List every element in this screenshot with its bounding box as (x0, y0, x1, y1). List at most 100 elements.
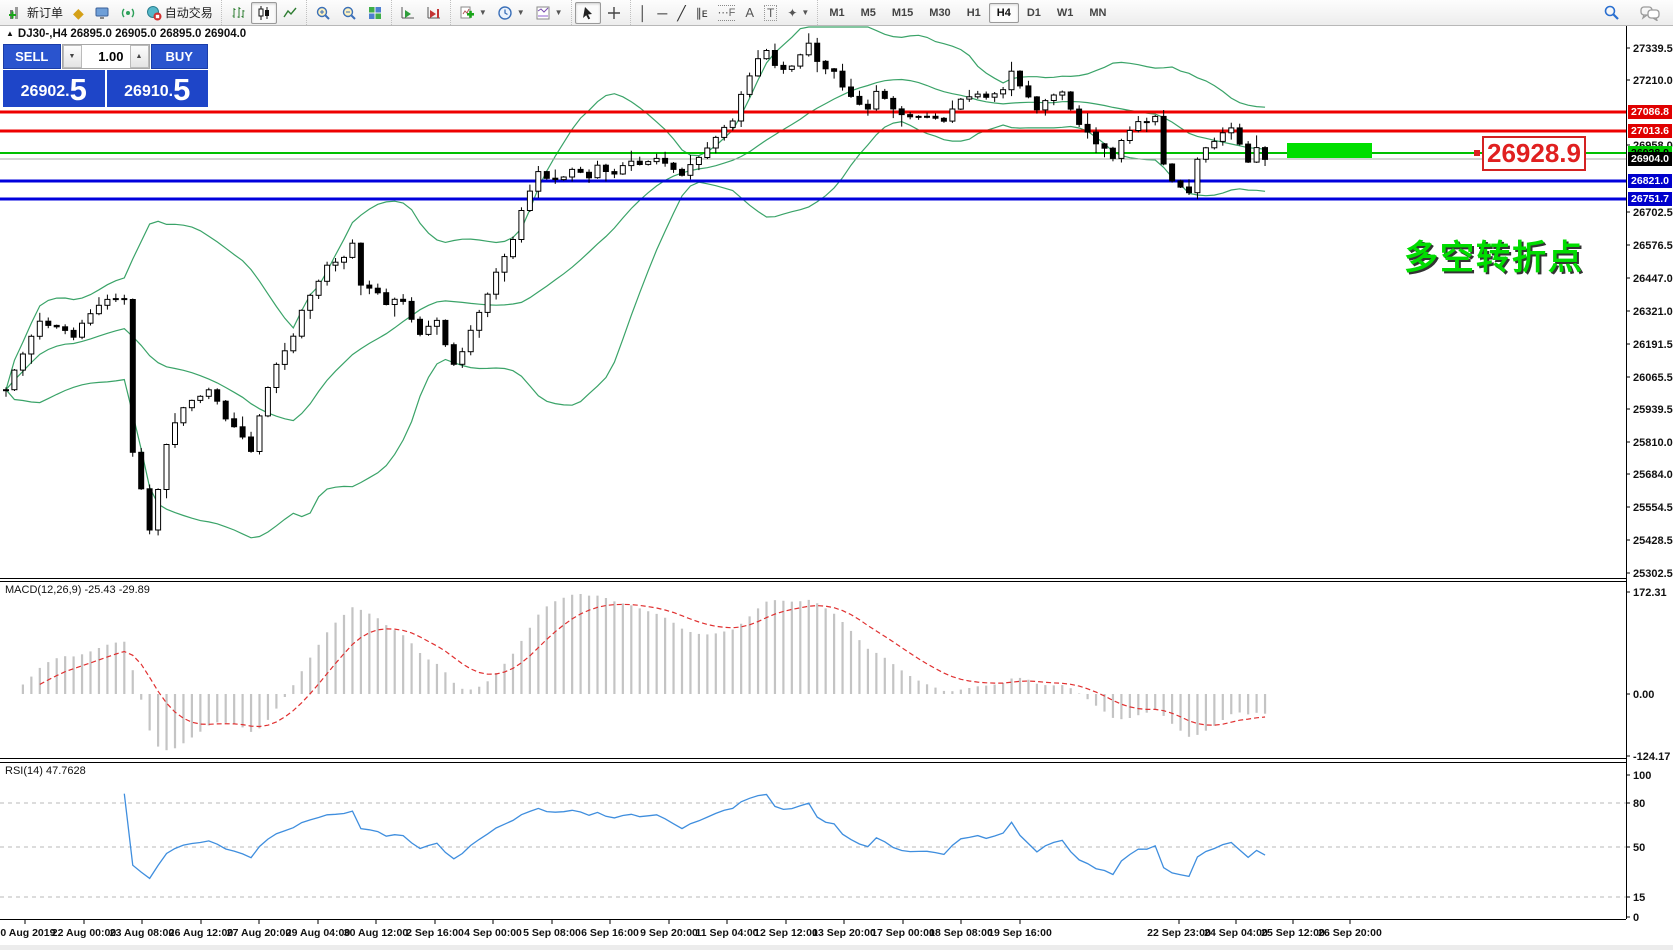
sell-button[interactable]: SELL (3, 44, 61, 69)
time-tick-label[interactable]: 26 Aug 12:00 (169, 927, 234, 939)
candle-body (20, 354, 25, 370)
timeframe-button-m1[interactable]: M1 (821, 3, 852, 23)
timeframe-button-d1[interactable]: D1 (1019, 3, 1049, 23)
zoom-in-button[interactable] (310, 2, 336, 24)
time-tick-label[interactable]: 6 Sep 16:00 (581, 927, 639, 939)
time-tick-label[interactable]: 9 Sep 20:00 (640, 927, 698, 939)
volume-down-button[interactable]: ▼ (63, 45, 82, 68)
trendline-button[interactable]: ╱ (672, 3, 690, 23)
timeframe-button-m5[interactable]: M5 (853, 3, 884, 23)
chat-button[interactable] (1635, 2, 1665, 24)
time-tick-label[interactable]: 17 Sep 00:00 (871, 927, 935, 939)
level-line-handle[interactable] (1474, 150, 1480, 156)
horizontal-line-button[interactable]: ─ (652, 3, 672, 23)
autotrading-button[interactable]: 自动交易 (141, 1, 218, 24)
time-tick-label[interactable]: 4 Sep 00:00 (464, 927, 522, 939)
turning-point-annotation[interactable]: 多空转折点 (1404, 230, 1584, 279)
timeframe-button-mn[interactable]: MN (1081, 3, 1114, 23)
add-indicator-button[interactable]: ▼ (454, 2, 492, 24)
vertical-line-icon: │ (639, 6, 648, 20)
time-tick-label[interactable]: 27 Aug 20:00 (227, 927, 292, 939)
chart-canvas[interactable]: 27339.527210.026958.026702.526576.526447… (0, 0, 1673, 950)
timeframe-button-w1[interactable]: W1 (1049, 3, 1082, 23)
candle-body (215, 390, 220, 401)
cursor-button[interactable] (575, 2, 601, 24)
bar-chart-button[interactable] (225, 2, 251, 24)
sell-price-button[interactable]: 26902.5 (3, 70, 105, 107)
market-watch-button[interactable]: ◆ (68, 3, 89, 23)
candle-body (984, 94, 989, 97)
signals-button[interactable] (115, 2, 141, 24)
candle-body (46, 321, 51, 325)
candle-body (181, 408, 186, 423)
time-tick-label[interactable]: 13 Sep 20:00 (812, 927, 876, 939)
time-tick-label[interactable]: 20 Aug 2019 (0, 927, 56, 939)
periods-button[interactable]: ▼ (492, 2, 530, 24)
candle-body (1026, 86, 1031, 97)
rsi-tick-label: 50 (1633, 842, 1645, 854)
text-label-button[interactable]: T (759, 2, 782, 24)
candle-body (502, 257, 507, 273)
line-chart-button[interactable] (277, 2, 303, 24)
highlight-box[interactable] (1287, 143, 1372, 158)
time-tick-label[interactable]: 24 Sep 04:00 (1204, 927, 1268, 939)
price-badge-26904.0: 26904.0 (1628, 152, 1672, 166)
time-tick-label[interactable]: 29 Aug 04:00 (286, 927, 351, 939)
price-tick-label: 26191.5 (1633, 339, 1673, 351)
chart-collapse-marker[interactable]: ▲ (6, 29, 14, 38)
candle-body (240, 427, 245, 437)
tile-windows-button[interactable] (362, 2, 388, 24)
time-tick-label[interactable]: 26 Sep 20:00 (1318, 927, 1382, 939)
search-button[interactable] (1598, 1, 1625, 24)
rsi-tick-label: 100 (1633, 770, 1651, 782)
candle-body (156, 490, 161, 531)
time-tick-label[interactable]: 12 Sep 12:00 (754, 927, 818, 939)
timeframe-button-m30[interactable]: M30 (921, 3, 958, 23)
volume-input[interactable] (82, 45, 130, 68)
chart-title-text: DJ30-,H4 26895.0 26905.0 26895.0 26904.0 (18, 28, 246, 40)
time-tick-label[interactable]: 19 Sep 16:00 (988, 927, 1052, 939)
zoom-out-icon (341, 5, 357, 21)
candlestick-chart-button[interactable] (251, 2, 277, 24)
candle-body (612, 172, 617, 174)
time-tick-label[interactable]: 25 Sep 12:00 (1261, 927, 1325, 939)
new-order-button[interactable]: 新订单 (3, 1, 68, 24)
candle-body (29, 336, 34, 354)
auto-scroll-button[interactable] (395, 2, 421, 24)
price-callout-label[interactable]: 26928.9 (1482, 136, 1586, 171)
terminal-button[interactable] (89, 2, 115, 24)
time-tick-label[interactable]: 22 Aug 00:00 (52, 927, 117, 939)
time-tick-label[interactable]: 18 Sep 08:00 (929, 927, 993, 939)
timeframe-button-h4[interactable]: H4 (989, 3, 1019, 23)
crosshair-icon (606, 5, 622, 21)
search-icon (1603, 4, 1620, 21)
horizontal-line-icon: ─ (657, 6, 667, 20)
periods-caret: ▼ (517, 8, 525, 17)
price-tick-label: 25554.5 (1633, 502, 1673, 514)
candle-body (553, 178, 558, 179)
candle-body (333, 262, 338, 265)
timeframe-button-h1[interactable]: H1 (959, 3, 989, 23)
time-tick-label[interactable]: 2 Sep 16:00 (406, 927, 464, 939)
volume-up-button[interactable]: ▲ (130, 45, 149, 68)
vertical-line-button[interactable]: │ (634, 3, 653, 23)
candle-body (291, 336, 296, 351)
arrows-button[interactable]: ✦▼ (782, 3, 814, 23)
time-tick-label[interactable]: 30 Aug 12:00 (344, 927, 409, 939)
channel-button[interactable]: ∥ᴇ (691, 3, 713, 23)
templates-button[interactable]: ▼ (530, 2, 568, 24)
fibonacci-button[interactable]: ⋯F (713, 2, 741, 24)
price-tick-label: 25302.5 (1633, 568, 1673, 580)
zoom-out-button[interactable] (336, 2, 362, 24)
text-button[interactable]: A (740, 3, 759, 23)
buy-button[interactable]: BUY (151, 44, 209, 69)
time-tick-label[interactable]: 23 Aug 08:00 (110, 927, 175, 939)
time-tick-label[interactable]: 22 Sep 23:00 (1147, 927, 1211, 939)
chart-shift-button[interactable] (421, 2, 447, 24)
buy-price-button[interactable]: 26910.5 (107, 70, 209, 107)
time-tick-label[interactable]: 11 Sep 04:00 (695, 927, 758, 939)
candle-body (1178, 181, 1183, 187)
time-tick-label[interactable]: 5 Sep 08:00 (523, 927, 581, 939)
crosshair-button[interactable] (601, 2, 627, 24)
timeframe-button-m15[interactable]: M15 (884, 3, 921, 23)
